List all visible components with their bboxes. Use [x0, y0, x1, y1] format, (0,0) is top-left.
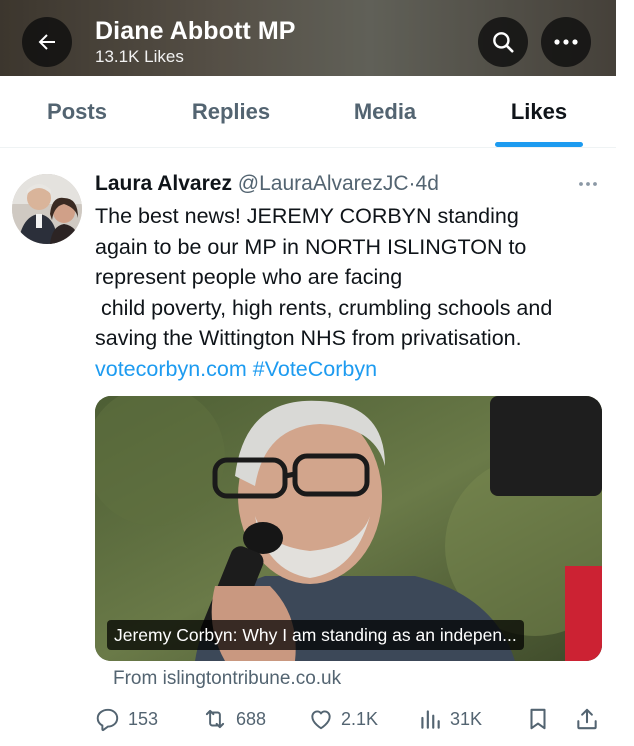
- bookmark-button[interactable]: [525, 703, 558, 735]
- tweet-text: The best news! JEREMY CORBYN standing ag…: [95, 201, 615, 384]
- avatar[interactable]: [12, 174, 82, 244]
- back-button[interactable]: [22, 17, 72, 67]
- repost-count: 688: [236, 708, 267, 729]
- search-icon: [493, 32, 514, 53]
- like-button[interactable]: 2.1K: [308, 703, 378, 735]
- tweet-actions: 153 688 2.1K 31K: [95, 703, 605, 735]
- reply-button[interactable]: 153: [95, 703, 158, 735]
- search-button[interactable]: [478, 17, 528, 67]
- separator-dot: ·: [408, 172, 416, 195]
- author-name[interactable]: Laura Alvarez: [95, 172, 232, 195]
- tweet-links-line: votecorbyn.com #VoteCorbyn: [95, 354, 615, 385]
- more-icon: [554, 39, 578, 45]
- tab-label: Replies: [191, 98, 271, 124]
- bookmark-icon: [530, 708, 546, 730]
- tweet-text-line: child poverty, high rents, crumbling sch…: [95, 295, 553, 320]
- tab-label: Likes: [510, 98, 568, 124]
- tweet-text-line: The best news! JEREMY CORBYN standing: [95, 204, 519, 228]
- views-button[interactable]: 31K: [417, 703, 482, 735]
- tab-likes[interactable]: Likes: [462, 76, 616, 147]
- repost-button[interactable]: 688: [201, 703, 266, 735]
- repost-icon: [205, 709, 225, 729]
- likes-count: 13.1K Likes: [95, 47, 184, 66]
- tweet-text-line: represent people who are facing: [95, 265, 403, 289]
- active-tab-indicator: [495, 142, 583, 147]
- tweet-time[interactable]: 4d: [416, 172, 439, 195]
- more-icon: [579, 182, 597, 186]
- tab-label: Posts: [47, 98, 107, 124]
- tweet-header: Laura Alvarez @LauraAlvarezJC·4d: [95, 170, 439, 198]
- tweet-text-line: again to be our MP in NORTH ISLINGTON to: [95, 234, 527, 259]
- views-count: 31K: [450, 708, 483, 729]
- reply-count: 153: [128, 708, 159, 729]
- tweet-more-button[interactable]: [576, 172, 600, 201]
- heart-icon: [311, 710, 331, 730]
- profile-tabs: Posts Replies Media Likes: [0, 76, 616, 148]
- header-text: Diane Abbott MP 13.1K Likes: [95, 16, 296, 68]
- more-button[interactable]: [541, 17, 591, 67]
- back-arrow-icon: [38, 34, 55, 50]
- reply-icon: [96, 708, 119, 732]
- share-icon: [577, 708, 597, 730]
- media-caption: Jeremy Corbyn: Why I am standing as an i…: [107, 620, 524, 650]
- link-card-image[interactable]: Jeremy Corbyn: Why I am standing as an i…: [95, 396, 602, 661]
- hashtag-link[interactable]: #VoteCorbyn: [253, 357, 377, 381]
- tab-posts[interactable]: Posts: [0, 76, 154, 147]
- like-count: 2.1K: [341, 708, 379, 729]
- tweet-text-line: saving the Wittington NHS from privatisa…: [95, 326, 522, 350]
- tab-media[interactable]: Media: [308, 76, 462, 147]
- author-handle[interactable]: @LauraAlvarezJC: [238, 172, 409, 195]
- views-icon: [421, 710, 440, 729]
- vote-link[interactable]: votecorbyn.com: [95, 357, 247, 381]
- profile-header: Diane Abbott MP 13.1K Likes: [0, 0, 616, 76]
- tab-replies[interactable]: Replies: [154, 76, 308, 147]
- avatar-photo: [12, 174, 82, 244]
- tab-label: Media: [353, 98, 417, 124]
- link-source[interactable]: From islingtontribune.co.uk: [113, 668, 341, 690]
- profile-name: Diane Abbott MP: [95, 17, 296, 45]
- share-button[interactable]: [574, 703, 607, 735]
